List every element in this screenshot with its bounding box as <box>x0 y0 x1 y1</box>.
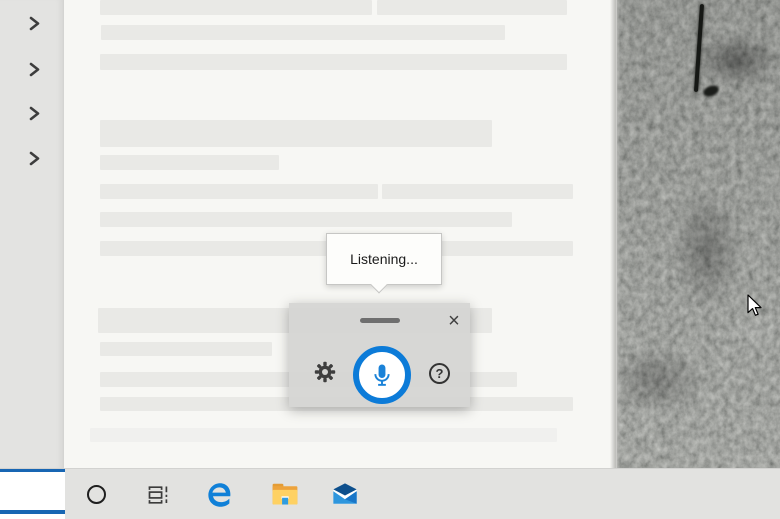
placeholder-bar <box>90 428 557 442</box>
placeholder-bar <box>377 0 567 15</box>
chevron-right-icon[interactable] <box>27 62 42 77</box>
sidebar <box>0 0 64 468</box>
search-box-border <box>0 469 65 472</box>
task-view-icon <box>148 485 168 504</box>
cortana-icon <box>86 485 106 504</box>
placeholder-bar <box>100 54 567 70</box>
close-button[interactable]: × <box>442 309 466 333</box>
microphone-button[interactable] <box>353 346 411 404</box>
drag-handle[interactable] <box>359 318 400 323</box>
listening-tooltip-text: Listening... <box>350 251 418 267</box>
cortana-button[interactable] <box>74 469 118 519</box>
screen: Listening... × ? <box>0 0 780 519</box>
gear-icon <box>314 361 336 383</box>
edge-button[interactable] <box>198 469 242 519</box>
taskbar-search-box[interactable] <box>0 469 65 519</box>
close-icon: × <box>448 310 460 332</box>
placeholder-bar <box>101 25 505 40</box>
chevron-right-icon[interactable] <box>27 16 42 31</box>
task-view-button[interactable] <box>136 469 180 519</box>
mail-button[interactable] <box>323 469 367 519</box>
help-icon: ? <box>435 366 444 381</box>
edge-icon <box>208 482 231 507</box>
placeholder-bar <box>100 0 372 15</box>
help-button[interactable]: ? <box>429 363 450 384</box>
search-box-border <box>0 510 65 514</box>
desktop-wallpaper <box>610 0 780 469</box>
file-explorer-button[interactable] <box>263 469 307 519</box>
wallpaper-left-edge <box>610 0 620 469</box>
mail-icon <box>333 482 357 504</box>
placeholder-bar <box>100 212 512 227</box>
settings-button[interactable] <box>313 360 337 384</box>
placeholder-bar <box>100 342 272 356</box>
chevron-right-icon[interactable] <box>27 151 42 166</box>
file-explorer-icon <box>272 483 298 505</box>
placeholder-bar <box>382 184 573 199</box>
microphone-icon <box>374 364 390 386</box>
placeholder-bar <box>100 120 492 147</box>
placeholder-bar <box>100 155 279 170</box>
dictation-panel: × ? <box>289 303 470 407</box>
listening-tooltip: Listening... <box>326 233 442 294</box>
placeholder-bar <box>100 184 378 199</box>
taskbar <box>0 468 780 519</box>
chevron-right-icon[interactable] <box>27 106 42 121</box>
